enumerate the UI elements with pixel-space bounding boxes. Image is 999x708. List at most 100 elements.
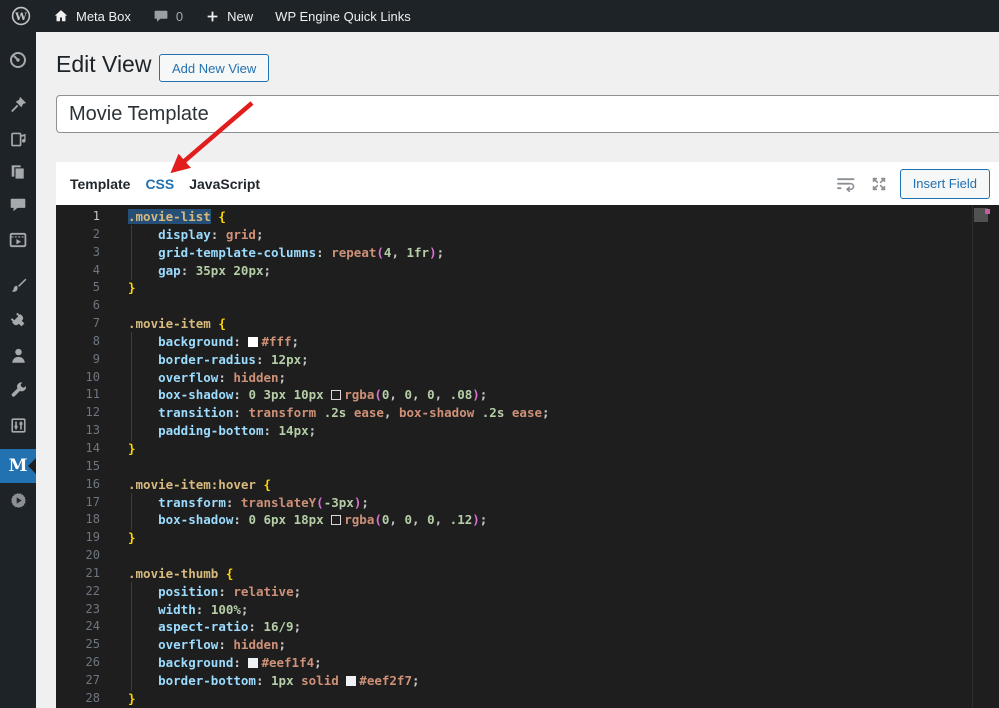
code-line-8: 8 background: #fff; [56,331,999,352]
svg-text:W: W [14,11,27,23]
code-line-27: 27 border-bottom: 1px solid #eef2f7; [56,670,999,691]
line-number: 6 [92,298,100,313]
editor-tab-bar: Template CSS JavaScript Insert Field [56,162,999,205]
line-number: 4 [92,262,100,277]
sidebar-item-meta-box[interactable]: M [0,449,36,483]
code-line-21: 21 .movie-thumb { [56,565,999,583]
sidebar-item-video[interactable] [0,223,36,257]
circle-play-icon [9,491,28,510]
code-line-4: 4 gap: 35px 20px; [56,260,999,281]
brush-icon [9,276,28,295]
line-number: 25 [85,637,100,652]
code-line-18: 18 box-shadow: 0 6px 18px rgba(0, 0, 0, … [56,510,999,531]
sidebar-item-media[interactable] [0,122,36,156]
css-code-editor[interactable]: 1 .movie-list {2 display: grid; 3 grid-tem… [56,205,999,708]
code-line-7: 7 .movie-item { [56,315,999,333]
wp-engine-quick-links[interactable]: WP Engine Quick Links [264,0,422,32]
code-line-1: 1 .movie-list { [56,208,999,226]
line-number: 13 [85,423,100,438]
pages-icon [9,163,27,181]
comments-icon [9,196,27,214]
code-line-23: 23 width: 100%; [56,599,999,620]
settings-icon [9,416,28,435]
editor-overview-annotation [985,209,990,214]
code-line-15: 15 [56,458,999,476]
line-number: 7 [92,316,100,331]
code-line-26: 26 background: #eef1f4; [56,653,999,673]
sidebar-item-pages[interactable] [0,155,36,189]
add-new-view-button[interactable]: Add New View [159,54,270,82]
line-number: 1 [92,209,100,223]
line-number: 22 [85,583,100,598]
code-line-24: 24 aspect-ratio: 16/9; [56,617,999,638]
sidebar-item-dashboard[interactable] [0,43,36,77]
code-line-20: 20 [56,547,999,565]
meta-box-icon: M [8,455,28,476]
code-line-28: 28} [56,690,999,708]
sidebar-item-posts[interactable] [0,87,36,121]
line-number: 16 [85,476,100,491]
line-number: 10 [85,369,100,384]
media-icon [9,130,28,149]
sidebar-item-settings[interactable] [0,408,36,442]
line-number: 17 [85,494,100,509]
view-editor-panel: Template CSS JavaScript Insert Field 1 .… [56,162,999,708]
sidebar-item-comments[interactable] [0,188,36,222]
insert-field-button[interactable]: Insert Field [899,168,990,199]
sidebar-item-player[interactable] [0,483,36,517]
line-number: 23 [85,601,100,616]
line-number: 12 [85,405,100,420]
code-line-12: 12 transition: transform .2s ease, box-s… [56,403,999,423]
admin-sidebar: M [0,32,36,708]
wordpress-logo-menu[interactable]: W [0,0,42,32]
word-wrap-icon[interactable] [834,172,858,196]
line-number: 5 [92,280,100,295]
sidebar-item-plugins[interactable] [0,303,36,337]
line-number: 14 [85,440,100,455]
code-line-14: 14} [56,440,999,458]
plugin-icon [9,311,28,330]
code-line-19: 19} [56,529,999,547]
wordpress-admin-screen: W Meta Box 0 New WP Engine Quick Links M… [0,0,999,708]
code-line-11: 11 box-shadow: 0 3px 10px rgba(0, 0, 0, … [56,385,999,406]
code-line-13: 13 padding-bottom: 14px; [56,421,999,441]
line-number: 21 [85,565,100,580]
comment-bubble-icon [153,8,169,24]
color-swatch [346,675,357,686]
code-line-6: 6 [56,297,999,315]
tab-css[interactable]: CSS [145,176,174,192]
code-line-16: 16 .movie-item:hover { [56,476,999,494]
admin-bar: W Meta Box 0 New WP Engine Quick Links [0,0,999,32]
new-content-menu[interactable]: New [194,0,264,32]
tab-template[interactable]: Template [70,176,130,192]
new-label: New [227,8,254,24]
quick-links-label: WP Engine Quick Links [275,8,411,24]
tab-javascript[interactable]: JavaScript [189,176,260,192]
code-line-25: 25 overflow: hidden; [56,635,999,655]
view-title-input[interactable] [56,95,999,133]
color-swatch [248,336,259,347]
users-icon [9,346,28,365]
page-title: Edit View [56,51,152,77]
editor-toolbar: Insert Field [834,168,990,199]
line-number: 2 [92,226,100,241]
line-number: 15 [85,458,100,473]
color-swatch [248,658,259,669]
line-number: 8 [92,333,100,348]
comments-menu[interactable]: 0 [142,0,194,32]
line-number: 26 [85,655,100,670]
code-line-3: 3 grid-template-columns: repeat(4, 1fr); [56,242,999,263]
sidebar-item-appearance[interactable] [0,268,36,302]
pin-icon [9,95,28,114]
sidebar-item-tools[interactable] [0,373,36,407]
tools-icon [9,381,28,400]
line-number: 19 [85,530,100,545]
line-number: 18 [85,512,100,527]
line-number: 28 [85,690,100,705]
code-line-17: 17 transform: translateY(-3px); [56,492,999,513]
line-number: 9 [92,351,100,366]
code-line-22: 22 position: relative; [56,581,999,602]
sidebar-item-users[interactable] [0,338,36,372]
site-menu[interactable]: Meta Box [42,0,142,32]
fullscreen-icon[interactable] [867,172,891,196]
